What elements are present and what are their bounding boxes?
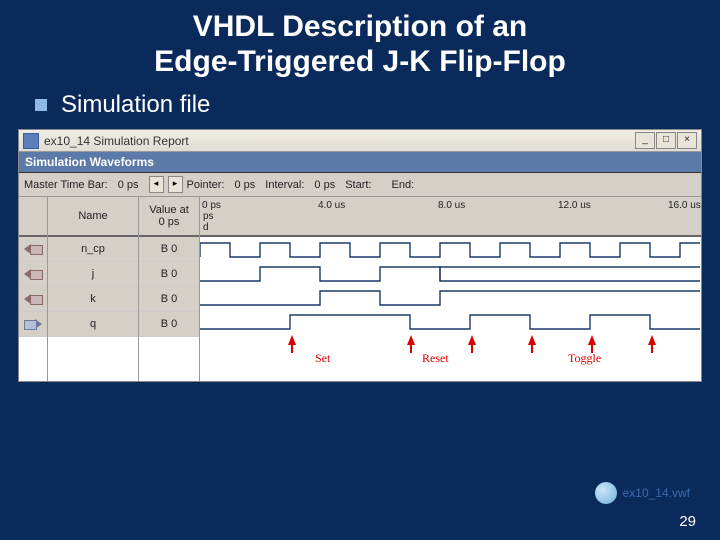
pin-in-icon[interactable] (19, 262, 47, 287)
arrow-icon (407, 335, 415, 345)
pin-in-icon[interactable] (19, 237, 47, 262)
signal-value: B 0 (139, 287, 199, 312)
bullet-icon (35, 99, 47, 111)
waveform-area: Name n_cp j k q Value at 0 ps B 0 B 0 B … (19, 197, 701, 381)
toolbar: Master Time Bar: 0 ps ◂ ▸ Pointer: 0 ps … (19, 173, 701, 197)
page-number: 29 (679, 513, 696, 530)
arrow-icon (528, 335, 536, 345)
time-ruler: 0 ps 4.0 us 8.0 us 12.0 us 16.0 us psd (200, 197, 701, 237)
file-name: ex10_14.vwf (623, 486, 690, 500)
signal-name[interactable]: n_cp (48, 237, 138, 262)
annotation-toggle: Toggle (568, 351, 601, 366)
signal-value: B 0 (139, 237, 199, 262)
subtitle-row: Simulation file (0, 87, 720, 129)
master-time-bar-value: 0 ps (112, 179, 145, 191)
pin-out-icon[interactable] (19, 312, 47, 337)
name-column: Name n_cp j k q (48, 197, 139, 381)
arrow-icon (588, 335, 596, 345)
signal-name[interactable]: k (48, 287, 138, 312)
value-column: Value at 0 ps B 0 B 0 B 0 B 0 (139, 197, 200, 381)
maximize-button[interactable]: □ (656, 132, 676, 149)
vwf-file-icon (595, 482, 617, 504)
pointer-value: 0 ps (228, 179, 261, 191)
annotation-reset: Reset (422, 351, 449, 366)
arrow-icon (648, 335, 656, 345)
master-time-bar-label: Master Time Bar: (24, 179, 108, 191)
titlebar: ex10_14 Simulation Report _ □ × (19, 130, 701, 152)
arrow-icon (468, 335, 476, 345)
section-band: Simulation Waveforms (19, 152, 701, 173)
signal-value: B 0 (139, 262, 199, 287)
arrow-icon (288, 335, 296, 345)
window-title: ex10_14 Simulation Report (44, 134, 635, 148)
annotation-set: Set (315, 351, 330, 366)
pin-in-icon[interactable] (19, 287, 47, 312)
subtitle: Simulation file (61, 91, 210, 119)
simulation-window: ex10_14 Simulation Report _ □ × Simulati… (18, 129, 702, 382)
name-header: Name (48, 197, 138, 237)
signal-name[interactable]: q (48, 312, 138, 337)
end-label: End: (392, 179, 415, 191)
close-button[interactable]: × (677, 132, 697, 149)
interval-label: Interval: (265, 179, 304, 191)
pointer-label: Pointer: (187, 179, 225, 191)
step-fwd-button[interactable]: ▸ (168, 176, 183, 193)
waveform-svg (200, 237, 700, 333)
annotation-area: Set Reset Toggle (200, 333, 701, 381)
signal-name[interactable]: j (48, 262, 138, 287)
interval-value: 0 ps (308, 179, 341, 191)
file-link[interactable]: ex10_14.vwf (595, 482, 690, 504)
signal-value: B 0 (139, 312, 199, 337)
icon-column (19, 197, 48, 381)
value-header: Value at 0 ps (139, 197, 199, 237)
slide-title: VHDL Description of an Edge-Triggered J-… (0, 0, 720, 87)
start-label: Start: (345, 179, 371, 191)
app-icon (23, 133, 39, 149)
step-back-button[interactable]: ◂ (149, 176, 164, 193)
waveform-column[interactable]: 0 ps 4.0 us 8.0 us 12.0 us 16.0 us psd (200, 197, 701, 381)
minimize-button[interactable]: _ (635, 132, 655, 149)
